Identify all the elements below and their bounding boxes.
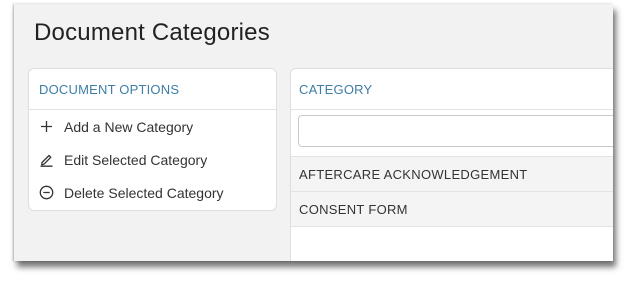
plus-icon [39,119,54,134]
category-filter-input[interactable] [298,115,613,147]
category-table: CATEGORY AFTERCARE ACKNOWLEDGEMENT CONSE… [290,68,613,261]
table-row[interactable]: AFTERCARE ACKNOWLEDGEMENT [291,157,613,192]
category-column-header[interactable]: CATEGORY [291,69,613,110]
filter-row [291,110,613,157]
delete-category-label: Delete Selected Category [64,184,224,201]
add-category-button[interactable]: Add a New Category [29,110,276,143]
document-options-header: DOCUMENT OPTIONS [29,69,276,110]
delete-category-button[interactable]: Delete Selected Category [29,176,276,209]
app-window: Document Categories DOCUMENT OPTIONS Add… [14,4,613,261]
minus-circle-icon [39,185,54,200]
document-options-panel: DOCUMENT OPTIONS Add a New Category Edit… [28,68,277,211]
edit-category-button[interactable]: Edit Selected Category [29,143,276,176]
page-title: Document Categories [34,19,270,46]
table-row[interactable]: CONSENT FORM [291,192,613,227]
pencil-icon [39,152,54,167]
edit-category-label: Edit Selected Category [64,151,208,168]
add-category-label: Add a New Category [64,118,194,135]
